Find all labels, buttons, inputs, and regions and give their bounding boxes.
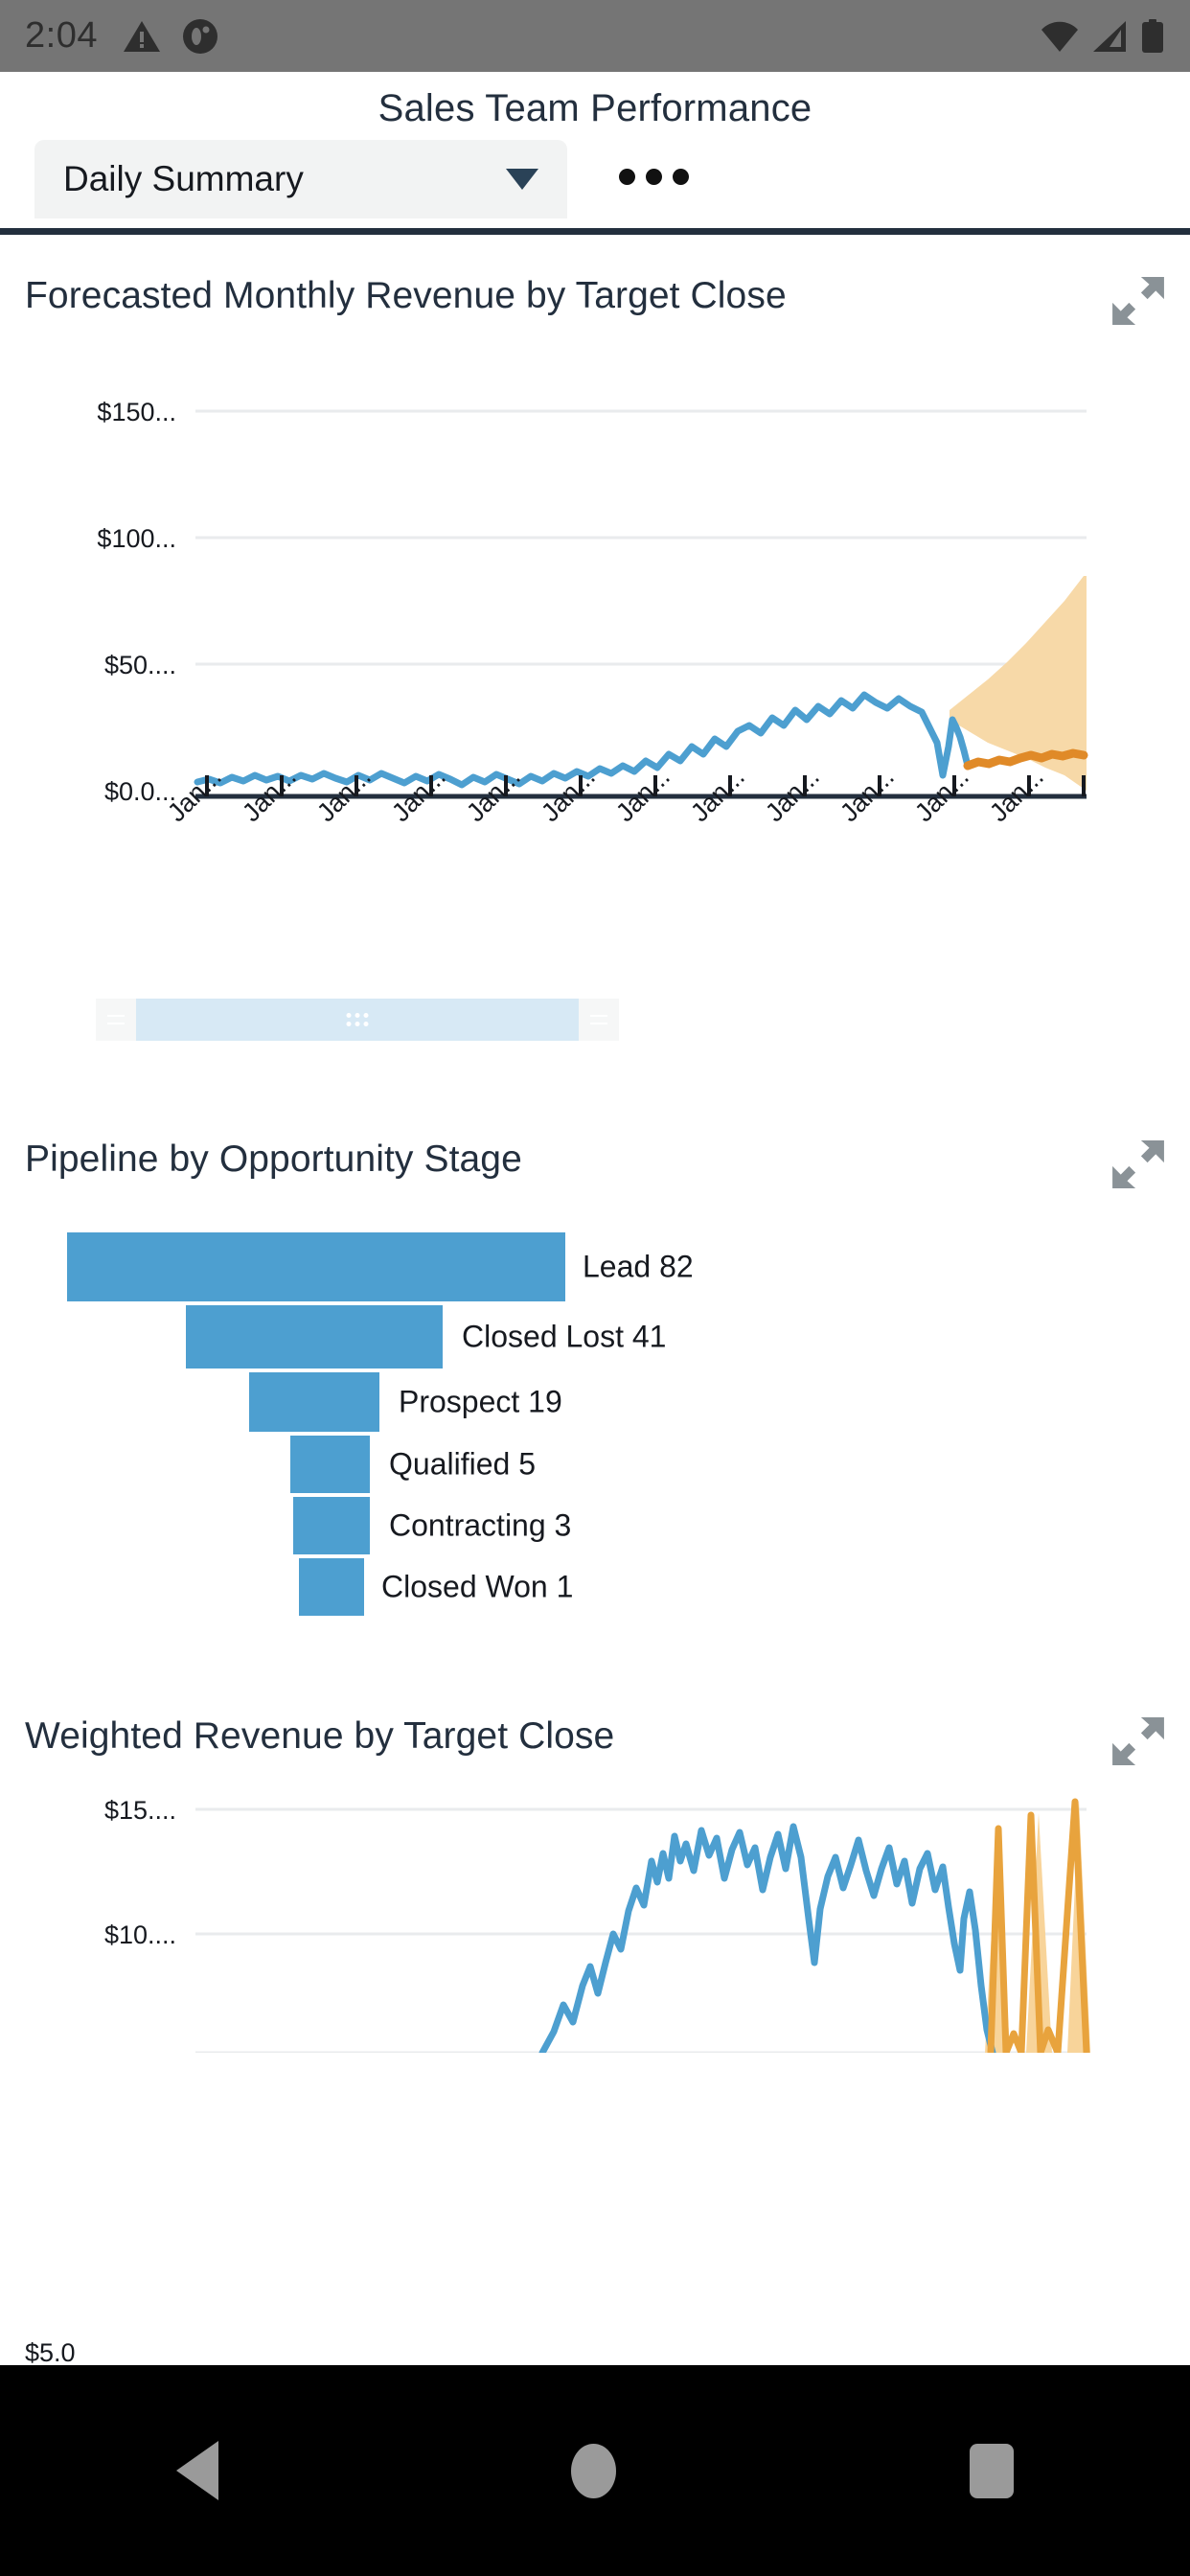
warning-triangle-icon — [123, 20, 160, 52]
y-tick-label: $15.... — [104, 1796, 176, 1825]
widget-title: Forecasted Monthly Revenue by Target Clo… — [25, 275, 787, 316]
sheet-selector-row: Daily Summary — [0, 140, 1190, 218]
widget-forecasted-monthly-revenue: Forecasted Monthly Revenue by Target Clo… — [0, 235, 1190, 1041]
pipeline-funnel-chart[interactable]: Lead 82 Closed Lost 41 Prospect 19 Quali… — [25, 1232, 1165, 1616]
funnel-bar[interactable] — [249, 1372, 379, 1432]
expand-icon[interactable] — [1111, 1717, 1165, 1765]
y-tick-label: $50.... — [104, 651, 176, 679]
more-options-icon[interactable] — [619, 169, 689, 185]
funnel-row[interactable]: Closed Won 1 — [25, 1558, 1165, 1616]
android-nav-bar — [0, 2365, 1190, 2576]
range-slider-grip-icon — [346, 1013, 369, 1026]
widget-weighted-revenue: Weighted Revenue by Target Close $15....… — [0, 1675, 1190, 2058]
funnel-bar[interactable] — [290, 1436, 370, 1493]
funnel-row[interactable]: Closed Lost 41 — [25, 1305, 1165, 1368]
y-tick-label: $0.0... — [104, 777, 176, 806]
funnel-bar-label: Lead 82 — [583, 1249, 694, 1284]
funnel-bar-label: Qualified 5 — [389, 1446, 536, 1482]
wifi-icon — [1041, 21, 1078, 52]
funnel-bar[interactable] — [67, 1232, 565, 1301]
status-bar-clock: 2:04 — [25, 15, 98, 56]
grip-icon — [590, 1015, 607, 1024]
range-slider-handle-right[interactable] — [579, 999, 619, 1041]
expand-icon[interactable] — [1111, 277, 1165, 325]
weighted-revenue-line-chart[interactable]: $15.... $10.... — [25, 1765, 1165, 2057]
funnel-row[interactable]: Qualified 5 — [25, 1436, 1165, 1493]
sheet-selector-value: Daily Summary — [63, 159, 304, 198]
sheet-selector[interactable]: Daily Summary — [34, 140, 567, 218]
y-tick-label: $150... — [97, 398, 176, 426]
grip-icon — [107, 1015, 125, 1024]
home-icon[interactable] — [571, 2443, 617, 2498]
cellular-signal-icon — [1093, 20, 1126, 52]
widget-title: Pipeline by Opportunity Stage — [25, 1138, 522, 1180]
battery-icon — [1142, 18, 1163, 53]
widget-pipeline-by-stage: Pipeline by Opportunity Stage Lead 82 Cl… — [0, 1098, 1190, 1616]
y-tick-label-cutoff: $5.0 — [25, 2338, 76, 2367]
funnel-bar[interactable] — [299, 1558, 364, 1616]
chart-range-slider[interactable] — [96, 999, 619, 1041]
header-divider — [0, 228, 1190, 235]
funnel-row[interactable]: Contracting 3 — [25, 1497, 1165, 1554]
y-tick-label: $100... — [97, 524, 176, 553]
range-slider-handle-left[interactable] — [96, 999, 136, 1041]
funnel-bar-label: Closed Lost 41 — [462, 1319, 667, 1354]
funnel-row[interactable]: Prospect 19 — [25, 1372, 1165, 1432]
widget-title: Weighted Revenue by Target Close — [25, 1715, 615, 1757]
forecast-line-chart[interactable]: $150... $100... $50.... $0.0... Jan... J… — [25, 325, 1165, 977]
expand-icon[interactable] — [1111, 1140, 1165, 1188]
funnel-bar-label: Prospect 19 — [399, 1384, 562, 1419]
funnel-bar-label: Contracting 3 — [389, 1507, 572, 1543]
y-tick-label: $10.... — [104, 1920, 176, 1949]
weighted-revenue-line — [538, 1823, 996, 2057]
notification-circle-icon — [182, 18, 217, 54]
status-bar: 2:04 — [0, 0, 1190, 72]
funnel-bar[interactable] — [186, 1305, 443, 1368]
page-title: Sales Team Performance — [378, 87, 812, 129]
chevron-down-icon — [506, 169, 538, 190]
funnel-row[interactable]: Lead 82 — [25, 1232, 1165, 1301]
funnel-bar-label: Closed Won 1 — [381, 1569, 574, 1604]
recents-icon[interactable] — [969, 2443, 1014, 2498]
funnel-bar[interactable] — [293, 1497, 370, 1554]
back-icon[interactable] — [176, 2441, 219, 2500]
